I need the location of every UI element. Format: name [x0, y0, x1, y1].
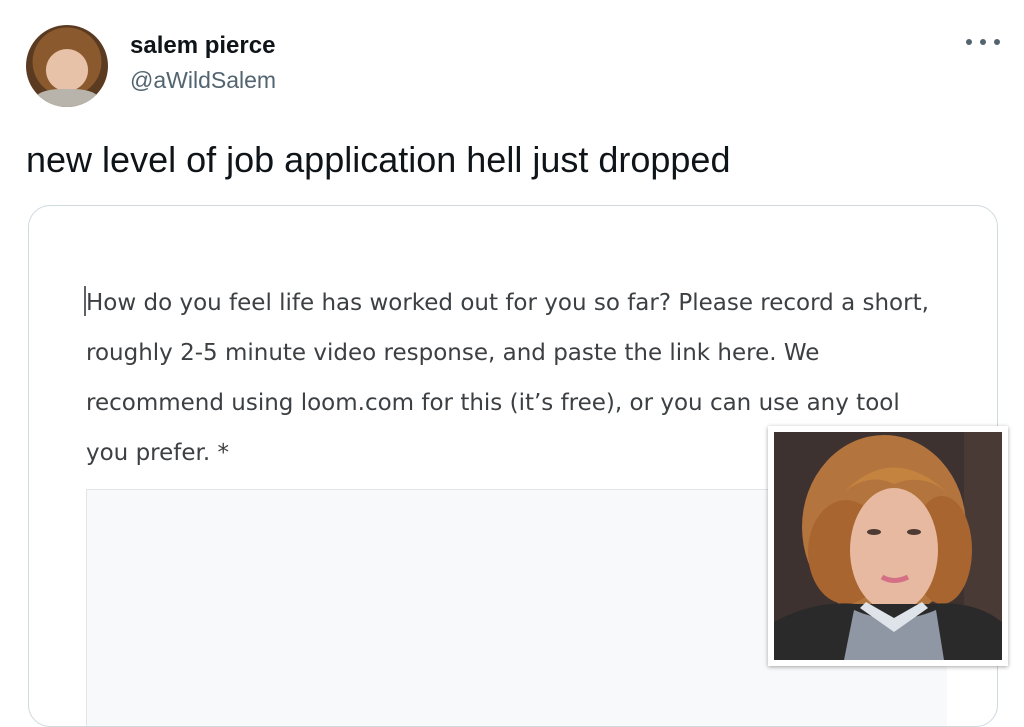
more-options-icon[interactable] — [966, 30, 1000, 54]
inset-photo — [768, 426, 1008, 666]
dot — [966, 39, 972, 45]
tweet-avatar[interactable] — [26, 25, 108, 107]
dot — [994, 39, 1000, 45]
portrait-illustration — [774, 432, 1002, 660]
avatar-shirt — [34, 89, 100, 107]
dot — [980, 39, 986, 45]
author-display-name[interactable]: salem pierce — [130, 32, 275, 60]
author-handle[interactable]: @aWildSalem — [130, 67, 276, 94]
tweet-text: new level of job application hell just d… — [26, 139, 731, 180]
